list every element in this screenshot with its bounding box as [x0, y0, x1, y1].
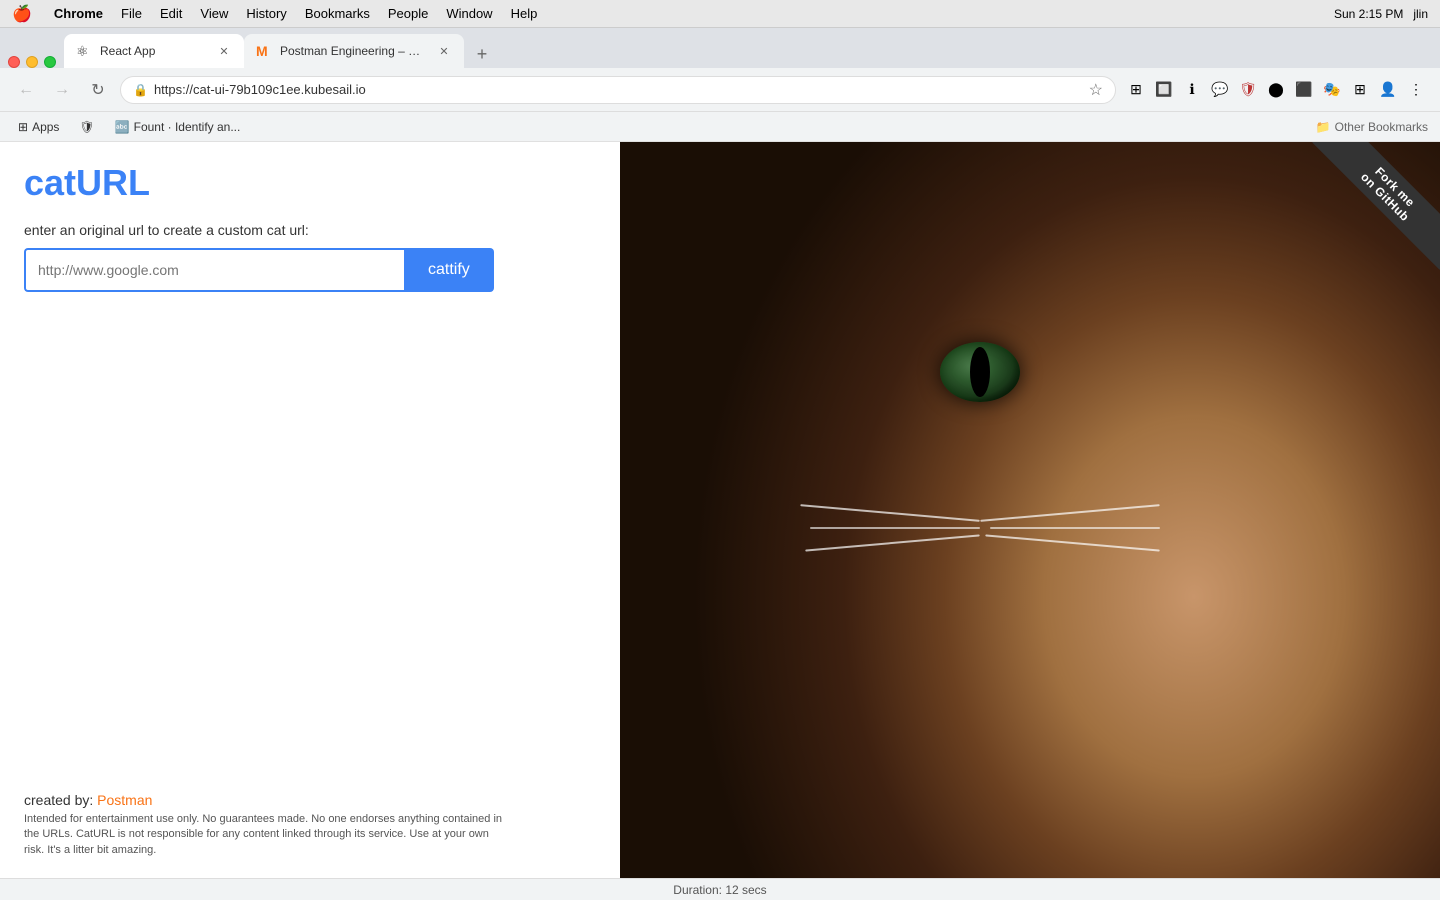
- back-button[interactable]: ←: [12, 76, 40, 104]
- traffic-lights: [8, 56, 56, 68]
- cattify-button[interactable]: cattify: [404, 248, 494, 292]
- toolbar-ext-3[interactable]: 💬: [1208, 78, 1232, 102]
- bookmark-shield[interactable]: 🛡: [73, 118, 100, 136]
- fork-ribbon-text: Fork meon GitHub: [1312, 142, 1440, 270]
- new-tab-button[interactable]: +: [468, 40, 496, 68]
- shield-icon: 🛡: [79, 120, 94, 134]
- macos-menubar: 🍎 Chrome File Edit View History Bookmark…: [0, 0, 1440, 28]
- toolbar-ext-6[interactable]: ⬛: [1292, 78, 1316, 102]
- footer-created-prefix: created by:: [24, 792, 97, 808]
- form-row: cattify: [24, 248, 494, 292]
- toolbar-ext-1[interactable]: 🔲: [1152, 78, 1176, 102]
- view-menu[interactable]: View: [200, 6, 228, 21]
- forward-button[interactable]: →: [48, 76, 76, 104]
- bookmark-apps[interactable]: ⊞ Apps: [12, 118, 65, 136]
- tab-postman[interactable]: M Postman Engineering – Medium ✕: [244, 34, 464, 68]
- edit-menu[interactable]: Edit: [160, 6, 182, 21]
- address-bar[interactable]: 🔒 https://cat-ui-79b109c1ee.kubesail.io …: [120, 76, 1116, 104]
- footer-postman-link[interactable]: Postman: [97, 792, 152, 808]
- toolbar-ext-5[interactable]: ⬤: [1264, 78, 1288, 102]
- toolbar-icons: ⊞ 🔲 ℹ 💬 🛡 ⬤ ⬛ 🎭 ⊞ 👤 ⋮: [1124, 78, 1428, 102]
- menubar-user: jlin: [1413, 7, 1428, 21]
- bookmarks-bar: ⊞ Apps 🛡 🔤 Fount · Identify an... 📁 Othe…: [0, 112, 1440, 142]
- minimize-window-button[interactable]: [26, 56, 38, 68]
- tab-title-postman: Postman Engineering – Medium: [280, 44, 428, 58]
- app-form-area: enter an original url to create a custom…: [24, 222, 494, 292]
- url-input[interactable]: [24, 248, 404, 292]
- address-bar-area: ← → ↻ 🔒 https://cat-ui-79b109c1ee.kubesa…: [0, 68, 1440, 112]
- close-window-button[interactable]: [8, 56, 20, 68]
- user-profile-icon[interactable]: 👤: [1376, 78, 1400, 102]
- people-menu[interactable]: People: [388, 6, 428, 21]
- page-content: Fork meon GitHub catURL enter an origina…: [0, 142, 1440, 878]
- status-bar: Duration: 12 secs: [0, 878, 1440, 900]
- form-label: enter an original url to create a custom…: [24, 222, 494, 238]
- app-logo: catURL: [24, 162, 150, 204]
- extensions-icon[interactable]: ⊞: [1124, 78, 1148, 102]
- chrome-menu[interactable]: Chrome: [54, 6, 103, 21]
- bookmark-star-icon[interactable]: ☆: [1089, 80, 1103, 100]
- fullscreen-window-button[interactable]: [44, 56, 56, 68]
- other-bookmarks[interactable]: 📁 Other Bookmarks: [1316, 120, 1428, 134]
- menubar-right: Sun 2:15 PM jlin: [1334, 7, 1428, 21]
- footer-disclaimer: Intended for entertainment use only. No …: [24, 812, 504, 858]
- secure-lock-icon: 🔒: [133, 83, 148, 97]
- folder-icon: 📁: [1316, 120, 1331, 134]
- tab-favicon-react: ⚛: [76, 43, 92, 59]
- apps-grid-icon: ⊞: [18, 120, 28, 134]
- toolbar-ext-8[interactable]: ⊞: [1348, 78, 1372, 102]
- apple-menu[interactable]: 🍎: [12, 4, 32, 24]
- footer-created: created by: Postman: [24, 792, 504, 808]
- bookmarks-menu[interactable]: Bookmarks: [305, 6, 370, 21]
- bookmark-fount-label: Fount · Identify an...: [134, 120, 241, 134]
- fount-icon: 🔤: [115, 120, 130, 134]
- chrome-menu-icon[interactable]: ⋮: [1404, 78, 1428, 102]
- other-bookmarks-label: Other Bookmarks: [1335, 120, 1428, 134]
- toolbar-ext-7[interactable]: 🎭: [1320, 78, 1344, 102]
- tab-title-react: React App: [100, 44, 208, 58]
- tab-react-app[interactable]: ⚛ React App ✕: [64, 34, 244, 68]
- toolbar-ext-2[interactable]: ℹ: [1180, 78, 1204, 102]
- history-menu[interactable]: History: [246, 6, 286, 21]
- bookmark-fount[interactable]: 🔤 Fount · Identify an...: [109, 118, 247, 136]
- status-duration: Duration: 12 secs: [673, 883, 766, 897]
- window-menu[interactable]: Window: [446, 6, 492, 21]
- toolbar-ext-4[interactable]: 🛡: [1236, 78, 1260, 102]
- app-footer: created by: Postman Intended for enterta…: [24, 792, 504, 858]
- tab-bar: ⚛ React App ✕ M Postman Engineering – Me…: [0, 28, 1440, 68]
- file-menu[interactable]: File: [121, 6, 142, 21]
- app-header: catURL: [24, 162, 150, 204]
- tab-favicon-postman: M: [256, 43, 272, 59]
- menubar-time: Sun 2:15 PM: [1334, 7, 1403, 21]
- help-menu[interactable]: Help: [511, 6, 538, 21]
- tab-close-react[interactable]: ✕: [216, 43, 232, 59]
- cat-eye-left: [940, 342, 1020, 402]
- address-text: https://cat-ui-79b109c1ee.kubesail.io: [154, 82, 1083, 97]
- whisker-5: [810, 527, 980, 529]
- chrome-window: ⚛ React App ✕ M Postman Engineering – Me…: [0, 28, 1440, 900]
- whisker-2: [990, 527, 1160, 529]
- tab-close-postman[interactable]: ✕: [436, 43, 452, 59]
- fork-ribbon[interactable]: Fork meon GitHub: [1290, 142, 1440, 292]
- bookmark-apps-label: Apps: [32, 120, 59, 134]
- reload-button[interactable]: ↻: [84, 76, 112, 104]
